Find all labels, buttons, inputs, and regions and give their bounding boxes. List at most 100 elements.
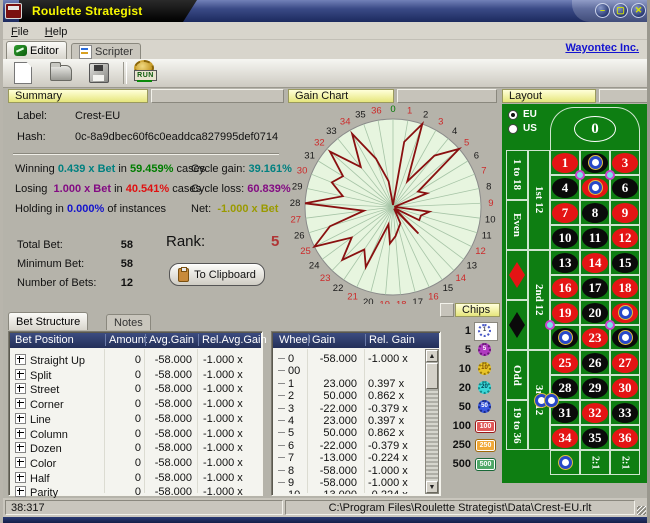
run-button[interactable]: RUN [131, 59, 157, 83]
expand-icon[interactable] [15, 442, 26, 453]
brand-link[interactable]: Wayontec Inc. [565, 42, 639, 54]
menu-item-file[interactable]: File [3, 24, 37, 38]
table-number-9[interactable]: 9 [610, 200, 640, 225]
tab-editor[interactable]: Editor [6, 41, 67, 59]
table-number-32[interactable]: 32 [580, 400, 610, 425]
table-number-15[interactable]: 15 [610, 250, 640, 275]
table-number-34[interactable]: 34 [550, 425, 580, 450]
table-number-36[interactable]: 36 [610, 425, 640, 450]
red-bet-diamond[interactable] [506, 250, 528, 300]
chip-option-1[interactable]: 11 [443, 324, 499, 340]
chip-option-5[interactable]: 55 [443, 343, 499, 359]
expand-icon[interactable] [15, 354, 26, 365]
expand-icon[interactable] [15, 472, 26, 483]
maximize-button[interactable]: ▢ [613, 3, 628, 18]
zero-cell[interactable]: 0 [550, 107, 640, 150]
bet-structure-row[interactable]: Color0-58.000-1.000 x [9, 457, 262, 471]
save-button[interactable] [85, 61, 113, 85]
bet-structure-row[interactable]: Corner0-58.000-1.000 x [9, 398, 262, 412]
outside-bet-even[interactable]: Even [506, 200, 528, 250]
table-number-17[interactable]: 17 [580, 275, 610, 300]
table-number-35[interactable]: 35 [580, 425, 610, 450]
tab-scripter[interactable]: Scripter [71, 43, 141, 59]
expand-icon[interactable] [15, 398, 26, 409]
dozen-bet-2[interactable]: 2nd 12 [528, 250, 550, 350]
minimize-button[interactable]: – [595, 3, 610, 18]
placed-bet-chip[interactable] [545, 320, 555, 330]
bet-structure-row[interactable]: Split0-58.000-1.000 x [9, 369, 262, 383]
placed-bet-chip[interactable] [559, 331, 572, 344]
tab-notes[interactable]: Notes [106, 314, 151, 330]
tab-bet-structure[interactable]: Bet Structure [8, 312, 88, 330]
table-number-3[interactable]: 3 [610, 150, 640, 175]
chip-option-100[interactable]: 100100 [443, 419, 499, 435]
wheel-scrollbar[interactable]: ▲ ▼ [425, 349, 439, 494]
chip-option-250[interactable]: 250250 [443, 438, 499, 454]
table-number-26[interactable]: 26 [580, 350, 610, 375]
menu-item-help[interactable]: Help [37, 24, 76, 38]
scroll-thumb[interactable] [426, 363, 438, 389]
chip-option-20[interactable]: 2020 [443, 381, 499, 397]
bet-structure-row[interactable]: Half0-58.000-1.000 x [9, 472, 262, 486]
table-number-13[interactable]: 13 [550, 250, 580, 275]
table-number-29[interactable]: 29 [580, 375, 610, 400]
table-number-7[interactable]: 7 [550, 200, 580, 225]
resize-grip[interactable] [637, 506, 646, 515]
scroll-down-button[interactable]: ▼ [426, 481, 438, 493]
placed-bet-chip[interactable] [619, 331, 632, 344]
outside-bet-odd[interactable]: Odd [506, 350, 528, 400]
table-number-8[interactable]: 8 [580, 200, 610, 225]
expand-icon[interactable] [15, 486, 26, 497]
radio-us[interactable]: US [508, 123, 537, 134]
wheel-row[interactable]: 10-13.000-0.224 x [272, 489, 425, 494]
open-button[interactable] [47, 61, 75, 85]
to-clipboard-button[interactable]: To Clipboard [169, 263, 265, 286]
placed-bet-chip[interactable] [589, 156, 602, 169]
outside-bet-19-to-36[interactable]: 19 to 36 [506, 400, 528, 450]
radio-eu[interactable]: EU [508, 109, 537, 120]
expand-icon[interactable] [15, 457, 26, 468]
table-number-30[interactable]: 30 [610, 375, 640, 400]
expand-icon[interactable] [15, 369, 26, 380]
black-bet-diamond[interactable] [506, 300, 528, 350]
table-number-10[interactable]: 10 [550, 225, 580, 250]
table-number-16[interactable]: 16 [550, 275, 580, 300]
column-bet-2[interactable]: 2:1 [580, 450, 610, 475]
placed-bet-chip[interactable] [559, 456, 572, 469]
dozen-bet-1[interactable]: 1st 12 [528, 150, 550, 250]
wheel-number-label: 25 [300, 246, 311, 257]
expand-icon[interactable] [15, 383, 26, 394]
table-number-11[interactable]: 11 [580, 225, 610, 250]
placed-bet-chip[interactable] [605, 320, 615, 330]
bet-structure-row[interactable]: Straight Up0-58.000-1.000 x [9, 354, 262, 368]
chip-option-50[interactable]: 5050 [443, 400, 499, 416]
table-number-25[interactable]: 25 [550, 350, 580, 375]
expand-icon[interactable] [15, 413, 26, 424]
placed-bet-chip[interactable] [605, 170, 615, 180]
bet-structure-row[interactable]: Dozen0-58.000-1.000 x [9, 442, 262, 456]
table-number-23[interactable]: 23 [580, 325, 610, 350]
table-number-6[interactable]: 6 [610, 175, 640, 200]
close-button[interactable]: ✕ [631, 3, 646, 18]
scroll-up-button[interactable]: ▲ [426, 350, 438, 362]
placed-bet-chip[interactable] [545, 394, 558, 407]
chip-option-500[interactable]: 500500 [443, 457, 499, 473]
bet-structure-row[interactable]: Column0-58.000-1.000 x [9, 428, 262, 442]
placed-bet-chip[interactable] [619, 306, 632, 319]
table-number-18[interactable]: 18 [610, 275, 640, 300]
table-number-12[interactable]: 12 [610, 225, 640, 250]
table-number-27[interactable]: 27 [610, 350, 640, 375]
column-bet-3[interactable]: 2:1 [610, 450, 640, 475]
table-number-19[interactable]: 19 [550, 300, 580, 325]
bet-structure-row[interactable]: Street0-58.000-1.000 x [9, 383, 262, 397]
table-number-33[interactable]: 33 [610, 400, 640, 425]
new-button[interactable] [9, 61, 37, 85]
table-number-14[interactable]: 14 [580, 250, 610, 275]
expand-icon[interactable] [15, 428, 26, 439]
outside-bet-1-to-18[interactable]: 1 to 18 [506, 150, 528, 200]
bet-structure-row[interactable]: Line0-58.000-1.000 x [9, 413, 262, 427]
placed-bet-chip[interactable] [589, 181, 602, 194]
table-number-4[interactable]: 4 [550, 175, 580, 200]
chip-option-10[interactable]: 1010 [443, 362, 499, 378]
placed-bet-chip[interactable] [575, 170, 585, 180]
